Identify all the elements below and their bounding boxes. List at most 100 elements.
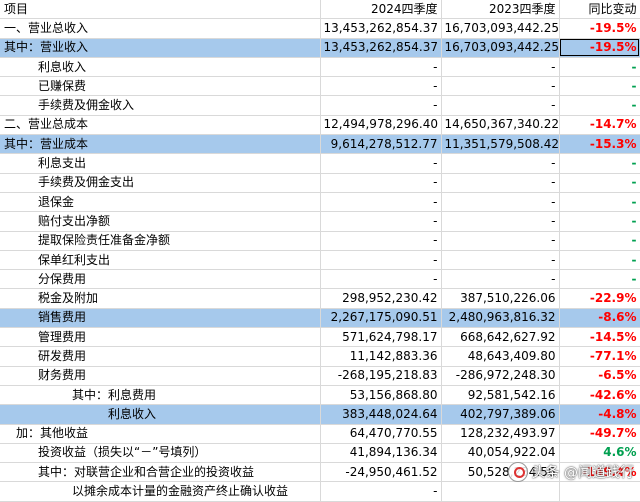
change-value[interactable]: -42.6% [559, 385, 640, 406]
change-value[interactable]: -19.5% [559, 18, 640, 39]
row-label[interactable]: 利息收入 [0, 404, 321, 425]
header-2024[interactable]: 2024四季度 [320, 0, 442, 20]
value-2023[interactable]: -286,972,248.30 [441, 366, 560, 386]
change-value[interactable]: - [559, 173, 640, 193]
value-2023[interactable]: 128,232,493.97 [441, 424, 560, 444]
row-label[interactable]: 赔付支出净额 [0, 211, 321, 232]
change-value[interactable]: -14.5% [559, 327, 640, 348]
value-2024[interactable]: -24,950,461.52 [320, 462, 442, 483]
row-label[interactable]: 管理费用 [0, 327, 321, 348]
value-2023[interactable] [441, 481, 560, 502]
change-value[interactable]: - [559, 76, 640, 97]
change-value[interactable]: -6.5% [559, 366, 640, 386]
change-value[interactable]: -15.3% [559, 134, 640, 155]
value-2023[interactable]: 387,510,226.06 [441, 288, 560, 309]
value-2024[interactable]: - [320, 173, 442, 193]
value-2024[interactable]: 298,952,230.42 [320, 288, 442, 309]
value-2024[interactable]: - [320, 192, 442, 213]
value-2024[interactable]: 53,156,868.80 [320, 385, 442, 406]
value-2024[interactable]: 13,453,262,854.37 [320, 18, 442, 39]
change-value[interactable]: - [559, 57, 640, 78]
change-value[interactable]: -14.7% [559, 115, 640, 136]
value-2024[interactable]: - [320, 57, 442, 78]
change-value[interactable]: - [559, 231, 640, 251]
value-2023[interactable]: - [441, 57, 560, 78]
value-2023[interactable]: - [441, 231, 560, 251]
change-value[interactable]: -77.1% [559, 346, 640, 367]
change-value[interactable]: -8.6% [559, 308, 640, 329]
value-2024[interactable]: - [320, 269, 442, 290]
header-change[interactable]: 同比变动 [559, 0, 640, 20]
row-label[interactable]: 以摊余成本计量的金融资产终止确认收益 [0, 481, 321, 502]
value-2023[interactable]: 11,351,579,508.42 [441, 134, 560, 155]
change-value[interactable]: - [559, 211, 640, 232]
value-2024[interactable]: 64,470,770.55 [320, 424, 442, 444]
value-2024[interactable]: - [320, 76, 442, 97]
row-label[interactable]: 其中：营业成本 [0, 134, 321, 155]
row-label[interactable]: 投资收益（损失以“－”号填列） [0, 443, 321, 464]
value-2024[interactable]: -268,195,218.83 [320, 366, 442, 386]
row-label[interactable]: 其中：营业收入 [0, 38, 321, 58]
change-value[interactable]: - [559, 269, 640, 290]
value-2023[interactable]: - [441, 269, 560, 290]
change-value[interactable]: -19.5% [559, 38, 640, 58]
change-value[interactable]: - [559, 250, 640, 271]
value-2024[interactable]: 9,614,278,512.77 [320, 134, 442, 155]
row-label[interactable]: 利息收入 [0, 57, 321, 78]
value-2024[interactable]: 2,267,175,090.51 [320, 308, 442, 329]
value-2024[interactable]: 12,494,978,296.40 [320, 115, 442, 136]
row-label[interactable]: 其中：利息费用 [0, 385, 321, 406]
value-2023[interactable]: 48,643,409.80 [441, 346, 560, 367]
row-label[interactable]: 手续费及佣金支出 [0, 173, 321, 193]
change-value[interactable]: 4.6% [559, 443, 640, 464]
value-2024[interactable]: - [320, 153, 442, 174]
row-label[interactable]: 销售费用 [0, 308, 321, 329]
change-value[interactable] [559, 481, 640, 502]
value-2023[interactable]: - [441, 153, 560, 174]
value-2024[interactable]: 11,142,883.36 [320, 346, 442, 367]
value-2023[interactable]: - [441, 192, 560, 213]
value-2024[interactable]: - [320, 250, 442, 271]
row-label[interactable]: 已赚保费 [0, 76, 321, 97]
value-2023[interactable]: 14,650,367,340.22 [441, 115, 560, 136]
value-2024[interactable]: - [320, 481, 442, 502]
header-item[interactable]: 项目 [0, 0, 321, 20]
value-2023[interactable]: - [441, 76, 560, 97]
row-label[interactable]: 一、营业总收入 [0, 18, 321, 39]
value-2023[interactable]: 92,581,542.16 [441, 385, 560, 406]
value-2024[interactable]: - [320, 211, 442, 232]
row-label[interactable]: 二、营业总成本 [0, 115, 321, 136]
value-2023[interactable]: - [441, 95, 560, 116]
row-label[interactable]: 税金及附加 [0, 288, 321, 309]
change-value[interactable]: - [559, 192, 640, 213]
value-2023[interactable]: - [441, 250, 560, 271]
value-2023[interactable]: 668,642,627.92 [441, 327, 560, 348]
row-label[interactable]: 其中：对联营企业和合营企业的投资收益 [0, 462, 321, 483]
row-label[interactable]: 手续费及佣金收入 [0, 95, 321, 116]
value-2023[interactable]: 16,703,093,442.25 [441, 18, 560, 39]
change-value[interactable]: - [559, 95, 640, 116]
row-label[interactable]: 财务费用 [0, 366, 321, 386]
value-2024[interactable]: - [320, 231, 442, 251]
value-2023[interactable]: - [441, 211, 560, 232]
row-label[interactable]: 保单红利支出 [0, 250, 321, 271]
row-label[interactable]: 分保费用 [0, 269, 321, 290]
row-label[interactable]: 加：其他收益 [0, 424, 321, 444]
change-value[interactable]: -22.9% [559, 288, 640, 309]
row-label[interactable]: 研发费用 [0, 346, 321, 367]
value-2023[interactable]: 16,703,093,442.25 [441, 38, 560, 58]
value-2024[interactable]: - [320, 95, 442, 116]
value-2024[interactable]: 383,448,024.64 [320, 404, 442, 425]
row-label[interactable]: 利息支出 [0, 153, 321, 174]
value-2023[interactable]: 2,480,963,816.32 [441, 308, 560, 329]
change-value[interactable]: -4.8% [559, 404, 640, 425]
row-label[interactable]: 提取保险责任准备金净额 [0, 231, 321, 251]
change-value[interactable]: -49.7% [559, 424, 640, 444]
row-label[interactable]: 退保金 [0, 192, 321, 213]
value-2023[interactable]: - [441, 173, 560, 193]
value-2023[interactable]: 402,797,389.06 [441, 404, 560, 425]
change-value[interactable]: - [559, 153, 640, 174]
value-2023[interactable]: 40,054,922.04 [441, 443, 560, 464]
value-2024[interactable]: 571,624,798.17 [320, 327, 442, 348]
value-2024[interactable]: 13,453,262,854.37 [320, 38, 442, 58]
